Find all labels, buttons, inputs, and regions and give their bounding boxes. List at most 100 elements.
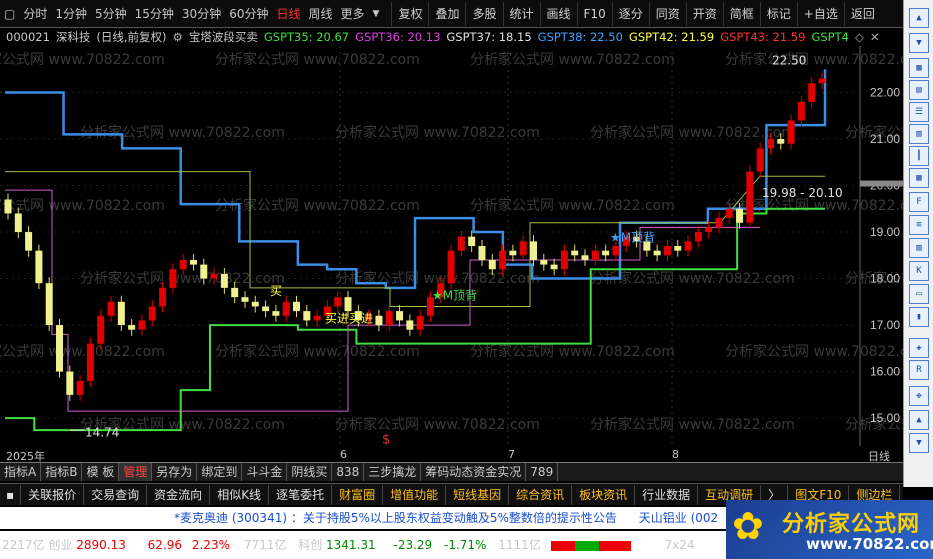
candle: [117, 301, 125, 326]
candle: [457, 236, 465, 251]
candle: [591, 250, 599, 260]
watermark-text: 分析家公式网 www.70822.com: [590, 416, 795, 433]
indicator-infobar: 000021 深科技 (日线,前复权) ⚙ 宝塔波段买卖 GSPT35: 20.…: [0, 28, 903, 46]
tab-wealth[interactable]: 财富圈: [332, 484, 384, 505]
doc-icon[interactable]: ≡: [909, 215, 929, 235]
period-5[interactable]: 30分钟: [178, 3, 225, 25]
ticker-text[interactable]: ：关于持股5%以上股东权益变动触及5%整数倍的提示性公告: [291, 511, 617, 525]
close-icon[interactable]: ✕: [870, 30, 880, 44]
candle: [66, 371, 74, 395]
tool-stats[interactable]: 统计: [502, 1, 540, 26]
table-icon[interactable]: ▤: [909, 80, 929, 100]
expand-icon[interactable]: ◇: [855, 30, 864, 44]
tab-similar-k[interactable]: 相似K线: [210, 484, 270, 505]
tool-fuquan[interactable]: 复权: [391, 1, 428, 26]
tool-tick[interactable]: 逐分: [611, 1, 649, 26]
tab-manage[interactable]: 管理: [119, 463, 153, 481]
tab-short-gene[interactable]: 短线基因: [446, 484, 510, 505]
ticker-next[interactable]: 天山铝业: [639, 511, 687, 525]
tab-related-quote[interactable]: 关联报价: [21, 484, 85, 505]
candle: [736, 208, 744, 223]
tab-trade-query[interactable]: 交易查询: [84, 484, 148, 505]
grid2-icon[interactable]: ▦: [909, 168, 929, 188]
tab-doudoujin[interactable]: 斗斗金: [242, 463, 288, 481]
tab-838[interactable]: 838: [332, 463, 365, 481]
candle: [313, 315, 321, 321]
candle: [509, 250, 517, 256]
param-7: GSPT4: [811, 30, 849, 44]
status-vol1: 2217亿: [2, 538, 45, 552]
ticker-name[interactable]: *麦克奥迪: [174, 511, 228, 525]
stats-icon[interactable]: ▥: [909, 238, 929, 258]
kline-chart[interactable]: 分析家公式网 www.70822.com 分析家公式网 www.70822.com…: [0, 46, 903, 456]
tab-value-add[interactable]: 增值功能: [383, 484, 447, 505]
f10-icon[interactable]: F: [909, 192, 929, 212]
square-icon[interactable]: ▢: [0, 3, 19, 25]
tab-order-detail[interactable]: 逐笔委托: [269, 484, 333, 505]
low-label: 14.74: [85, 426, 119, 440]
candle: [334, 297, 342, 307]
move-icon[interactable]: ✥: [909, 386, 929, 406]
tool-draw[interactable]: 画线: [539, 1, 577, 26]
tab-sector-news[interactable]: 板块资讯: [572, 484, 636, 505]
time-m6: 6: [340, 448, 347, 461]
buy-signal-1: 买: [270, 284, 282, 298]
cross-icon[interactable]: ✚: [909, 338, 929, 358]
candle: [138, 320, 146, 330]
down-arrow-icon[interactable]: ▼: [909, 33, 929, 53]
tab-chouma[interactable]: 筹码动态资金实况: [421, 463, 527, 481]
period-more[interactable]: 更多: [337, 3, 369, 25]
period-weekly[interactable]: 周线: [305, 3, 337, 25]
candle: [189, 259, 197, 265]
period-daily[interactable]: 日线: [272, 3, 304, 25]
period-4[interactable]: 15分钟: [131, 3, 178, 25]
small-square-icon[interactable]: ▪: [0, 484, 22, 505]
tab-save-as[interactable]: 另存为: [152, 463, 198, 481]
tool-frame[interactable]: 简框: [722, 1, 760, 26]
tab-789[interactable]: 789: [526, 463, 559, 481]
indicator-name[interactable]: 宝塔波段买卖: [189, 29, 258, 45]
tool-back[interactable]: 返回: [843, 1, 881, 26]
period-3[interactable]: 5分钟: [91, 3, 131, 25]
tool-multi[interactable]: 多股: [465, 1, 502, 26]
tool-f10[interactable]: F10: [576, 1, 612, 26]
period-1[interactable]: 分时: [19, 3, 51, 25]
tv-icon[interactable]: ▭: [909, 284, 929, 304]
tool-watch[interactable]: +自选: [796, 1, 844, 26]
tab-template[interactable]: 模 板: [82, 463, 120, 481]
status-idx1-name[interactable]: 创业: [48, 538, 72, 552]
tool-same[interactable]: 同资: [648, 1, 686, 26]
status-idx2-name[interactable]: 科创: [298, 538, 322, 552]
grid-icon[interactable]: ▦: [909, 58, 929, 78]
up-arrow-icon[interactable]: ▲: [909, 8, 929, 28]
candle: [86, 343, 94, 381]
watermark-text: 分析家公式网 www.70822.com: [215, 51, 420, 68]
tab-news[interactable]: 综合资讯: [509, 484, 573, 505]
dropdown-icon[interactable]: ▼: [369, 3, 384, 25]
settings-icon[interactable]: ⚙: [173, 30, 183, 44]
watermark-text: 分析家公式网 www.70822.com: [80, 124, 285, 141]
tab-indicator-a[interactable]: 指标A: [0, 463, 42, 481]
tab-yinxian[interactable]: 阴线买: [287, 463, 333, 481]
period-2[interactable]: 1分钟: [51, 3, 91, 25]
tool-overlay[interactable]: 叠加: [428, 1, 465, 26]
zoom-out-icon[interactable]: ▼: [909, 433, 929, 453]
tab-fund-flow[interactable]: 资金流向: [147, 484, 211, 505]
rsi-icon[interactable]: R: [909, 360, 929, 380]
status-extra[interactable]: 7x24: [664, 538, 694, 552]
candle-icon[interactable]: ┃: [909, 146, 929, 166]
tool-open[interactable]: 开资: [685, 1, 723, 26]
tab-indicator-b[interactable]: 指标B: [41, 463, 83, 481]
period-6[interactable]: 60分钟: [225, 3, 272, 25]
bar-icon[interactable]: ▮: [909, 307, 929, 327]
tab-industry[interactable]: 行业数据: [635, 484, 699, 505]
kline-icon[interactable]: K: [909, 261, 929, 281]
zoom-in-icon[interactable]: ▲: [909, 410, 929, 430]
tool-mark[interactable]: 标记: [759, 1, 797, 26]
candle: [694, 232, 702, 242]
candle: [478, 246, 486, 260]
tab-sanbu[interactable]: 三步擒龙: [364, 463, 422, 481]
tab-bind[interactable]: 绑定到: [197, 463, 243, 481]
list-icon[interactable]: ☰: [909, 102, 929, 122]
chart-icon[interactable]: ▥: [909, 124, 929, 144]
